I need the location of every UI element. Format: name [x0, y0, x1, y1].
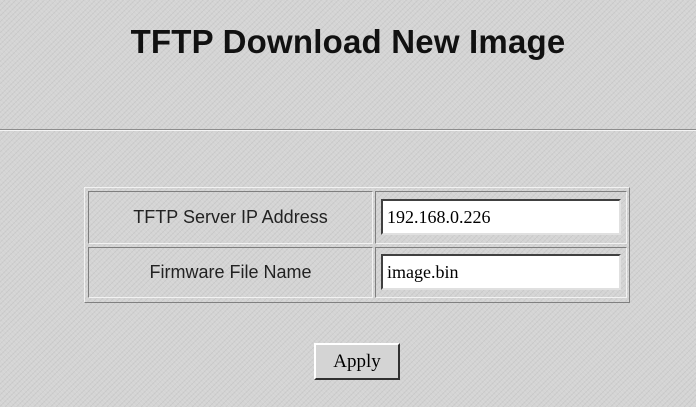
tftp-server-ip-cell: [375, 191, 627, 244]
apply-button[interactable]: Apply: [314, 343, 400, 380]
firmware-file-name-input[interactable]: [381, 254, 621, 290]
tftp-server-ip-input[interactable]: [381, 199, 621, 235]
download-form-table: TFTP Server IP Address Firmware File Nam…: [84, 187, 630, 303]
title-divider: [0, 129, 696, 131]
firmware-file-name-cell: [375, 247, 627, 298]
page-title: TFTP Download New Image: [130, 23, 566, 60]
firmware-file-name-label: Firmware File Name: [88, 247, 373, 298]
tftp-server-ip-label: TFTP Server IP Address: [88, 191, 373, 244]
